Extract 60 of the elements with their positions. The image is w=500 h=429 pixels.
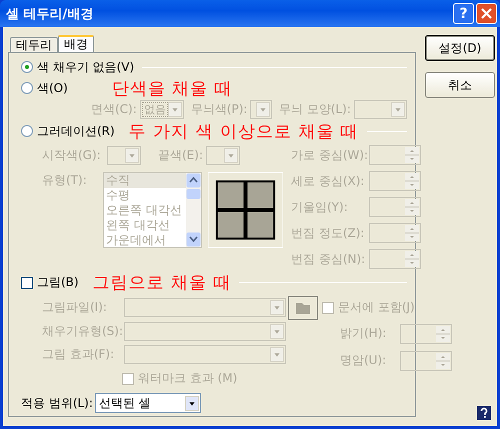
field-label: 번짐 중심(N): <box>291 250 366 268</box>
field-label: 면색(C): <box>91 100 137 118</box>
radio-label: 그러데이션(R) <box>37 122 115 140</box>
spin-arrows-icon[interactable] <box>436 326 450 342</box>
field-label: 무늬 모양(L): <box>278 100 351 118</box>
spin-arrows-icon[interactable] <box>405 147 419 164</box>
dialog-button[interactable]: 설정(D) <box>425 35 495 61</box>
spin-field[interactable] <box>400 350 452 371</box>
folder-button[interactable] <box>288 296 318 320</box>
spin-field[interactable] <box>369 249 421 270</box>
dropdown[interactable] <box>124 345 286 364</box>
spin-field[interactable] <box>369 223 421 244</box>
dropdown[interactable] <box>250 100 272 119</box>
spin-arrows-icon[interactable] <box>436 352 450 369</box>
dropdown[interactable] <box>354 100 407 119</box>
field-label: 끝색(E): <box>158 146 203 164</box>
annotation: 그림으로 채울 때 <box>92 272 232 294</box>
annotation: 단색을 채울 때 <box>112 78 233 100</box>
close-button[interactable] <box>476 3 497 24</box>
checkbox-label: 워터마크 효과 (M) <box>138 370 238 388</box>
annotation: 두 가지 색 이상으로 채울 때 <box>128 120 359 143</box>
field-label: 명암(U): <box>340 352 388 370</box>
field-label: 세로 중심(X): <box>291 172 366 190</box>
dropdown[interactable] <box>124 322 286 342</box>
spin-arrows-icon[interactable] <box>405 199 419 216</box>
field-label: 채우기유형(S): <box>42 323 122 340</box>
field-label: 번짐 정도(Z): <box>291 224 366 242</box>
dropdown[interactable] <box>124 298 286 318</box>
checkbox-label: 문서에 포함(J) <box>338 299 415 316</box>
field-label: 밝기(H): <box>340 325 388 342</box>
tab[interactable]: 테두리 <box>10 37 58 52</box>
spin-field[interactable] <box>400 324 452 344</box>
spin-arrows-icon[interactable] <box>405 173 419 190</box>
help-icon <box>477 406 491 420</box>
field-label: 기울임(Y): <box>291 198 349 216</box>
spin-field[interactable] <box>369 171 421 192</box>
field-label: 시작색(G): <box>42 146 102 164</box>
spin-field[interactable] <box>369 197 421 218</box>
tab[interactable]: 배경 <box>58 35 94 52</box>
scope-dropdown[interactable]: 선택된 셀 <box>94 393 201 414</box>
folder-icon <box>295 300 311 315</box>
field-label: 무늬색(P): <box>190 100 248 118</box>
help-button[interactable]: ? <box>453 3 474 24</box>
dropdown[interactable] <box>206 146 240 165</box>
spin-arrows-icon[interactable] <box>405 225 419 242</box>
close-icon <box>481 8 492 19</box>
checkbox-label: 그림(B) <box>37 274 79 292</box>
field-label: 그림파일(I): <box>42 299 108 316</box>
radio-label: 색 채우기 없음(V) <box>37 58 134 76</box>
field-label: 유형(T): <box>42 172 88 190</box>
window-title: 셀 테두리/배경 <box>6 6 94 22</box>
spin-arrows-icon[interactable] <box>405 251 419 268</box>
field-label: 가로 중심(W): <box>291 146 367 164</box>
field-label: 그림 효과(F): <box>42 346 116 364</box>
dropdown[interactable] <box>107 146 141 165</box>
radio-label: 색(O) <box>37 80 68 97</box>
spin-field[interactable] <box>369 145 421 166</box>
field-label: 적용 범위(L): <box>21 394 93 412</box>
dialog-button[interactable]: 취소 <box>425 72 495 98</box>
radio-button[interactable] <box>21 61 33 74</box>
